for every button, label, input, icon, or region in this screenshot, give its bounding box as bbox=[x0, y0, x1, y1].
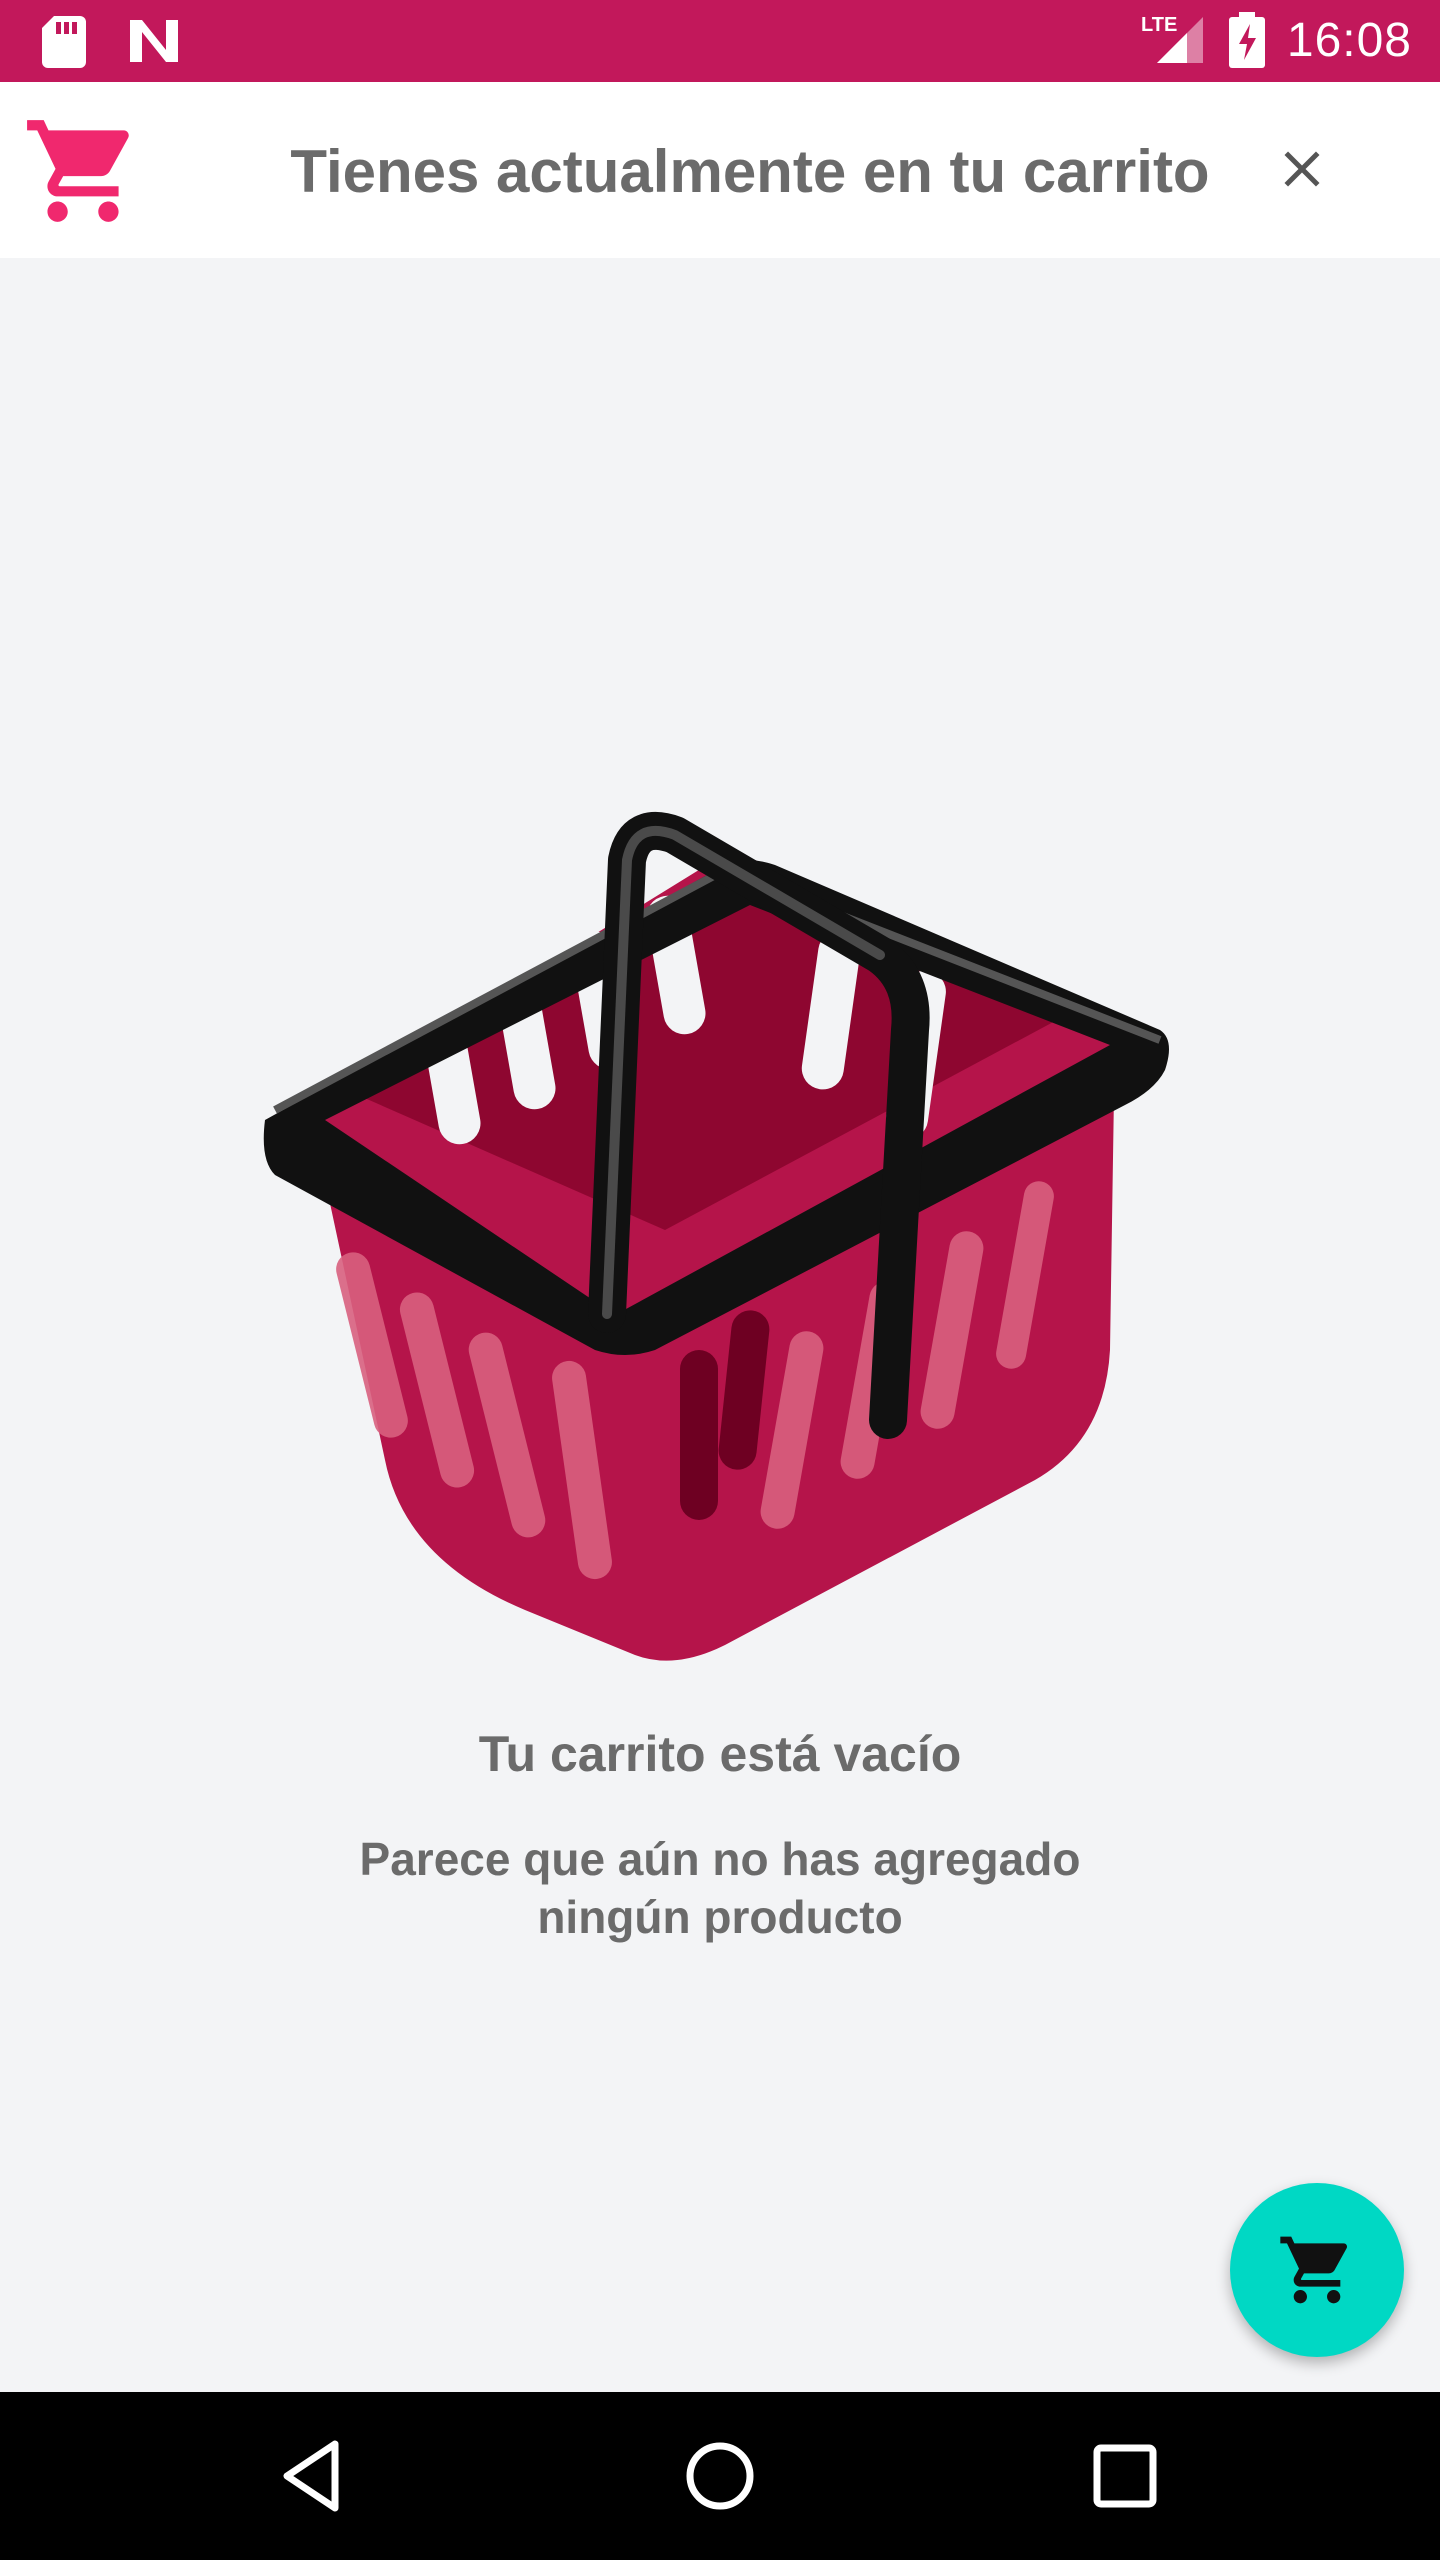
status-bar: LTE 16:08 bbox=[0, 0, 1440, 82]
empty-cart-subtitle: Parece que aún no has agregado ningún pr… bbox=[359, 1833, 1081, 1943]
app-bar: Tienes actualmente en tu carrito bbox=[0, 82, 1440, 258]
page-title: Tienes actualmente en tu carrito bbox=[290, 138, 1210, 205]
cart-fab-button[interactable] bbox=[1230, 2183, 1404, 2357]
empty-cart-title: Tu carrito está vacío bbox=[478, 1726, 962, 1782]
shopping-basket-icon bbox=[263, 812, 1169, 1661]
svg-text:LTE: LTE bbox=[1141, 14, 1177, 36]
shopping-cart-icon bbox=[27, 120, 129, 222]
battery-charging-icon bbox=[1228, 12, 1265, 68]
cart-icon bbox=[1280, 2236, 1348, 2304]
system-nav-bar bbox=[0, 2392, 1440, 2560]
clock: 16:08 bbox=[1286, 13, 1412, 67]
n-notification-icon bbox=[130, 20, 178, 62]
recents-icon[interactable] bbox=[1085, 2436, 1165, 2516]
close-icon[interactable] bbox=[1272, 139, 1332, 199]
lte-signal-icon: LTE bbox=[1141, 14, 1203, 63]
home-icon[interactable] bbox=[680, 2436, 760, 2516]
back-icon[interactable] bbox=[275, 2436, 355, 2516]
sd-card-icon bbox=[42, 16, 86, 68]
